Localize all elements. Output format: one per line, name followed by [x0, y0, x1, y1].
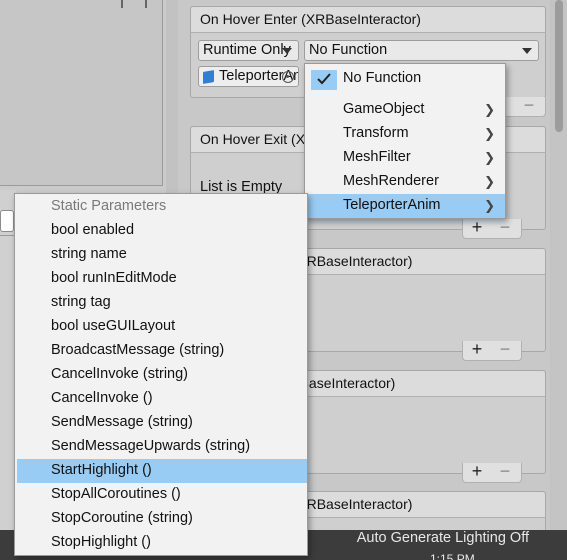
object-picker-icon[interactable] — [282, 71, 294, 83]
dropdown-arrow-icon — [522, 48, 532, 54]
menu-item-no-function[interactable]: No Function — [305, 67, 505, 91]
check-icon — [311, 70, 337, 90]
menu-item-label: MeshRenderer — [343, 173, 439, 189]
chevron-right-icon: ❯ — [484, 150, 495, 165]
menu-item[interactable]: bool enabled — [15, 219, 307, 243]
remove-button[interactable]: − — [491, 340, 519, 358]
lighting-status[interactable]: Auto Generate Lighting Off — [357, 530, 529, 547]
menu-item[interactable]: string name — [15, 243, 307, 267]
plus-minus-controls: +− — [462, 218, 522, 239]
chevron-right-icon: ❯ — [484, 126, 495, 141]
function-dropdown[interactable]: No Function — [304, 40, 539, 61]
menu-item-transform[interactable]: Transform ❯ — [305, 122, 505, 146]
chevron-right-icon: ❯ — [484, 174, 495, 189]
menu-item[interactable]: StopCoroutine (string) — [15, 507, 307, 531]
chevron-right-icon: ❯ — [484, 198, 495, 213]
menu-item-selected[interactable]: StartHighlight () — [17, 459, 307, 483]
chevron-right-icon: ❯ — [484, 102, 495, 117]
menu-item-label: Transform — [343, 125, 409, 141]
remove-button[interactable]: − — [491, 218, 519, 236]
dropdown-arrow-icon — [282, 48, 292, 54]
menu-item[interactable]: BroadcastMessage (string) — [15, 339, 307, 363]
plus-minus-controls: +− — [462, 340, 522, 361]
menu-item-label: MeshFilter — [343, 149, 411, 165]
cube-icon — [203, 70, 214, 84]
menu-item-teleporteranim[interactable]: TeleporterAnim ❯ — [305, 194, 505, 218]
menu-section-header: Static Parameters — [51, 198, 167, 214]
menu-item-label: GameObject — [343, 101, 425, 117]
menu-item[interactable]: CancelInvoke (string) — [15, 363, 307, 387]
panel-tab-divider — [121, 0, 123, 8]
add-button[interactable]: + — [463, 218, 491, 236]
menu-item[interactable]: StopAllCoroutines () — [15, 483, 307, 507]
remove-button[interactable]: − — [515, 96, 543, 114]
plus-minus-controls: +− — [462, 462, 522, 483]
menu-item[interactable]: StopHighlight () — [15, 531, 307, 555]
panel-tab-divider — [145, 0, 147, 8]
add-button[interactable]: + — [463, 462, 491, 480]
scrollbar-thumb[interactable] — [555, 0, 563, 132]
function-dropdown-label: No Function — [309, 42, 388, 58]
menu-item-meshfilter[interactable]: MeshFilter ❯ — [305, 146, 505, 170]
menu-item-label: TeleporterAnim — [343, 197, 441, 213]
event-title: On Hover Enter (XRBaseInteractor) — [191, 7, 545, 33]
left-panel-top — [0, 0, 163, 186]
remove-button[interactable]: − — [491, 462, 519, 480]
object-field[interactable]: TeleporterAnim — [198, 66, 299, 87]
add-button[interactable]: + — [463, 340, 491, 358]
menu-item-meshrenderer[interactable]: MeshRenderer ❯ — [305, 170, 505, 194]
menu-item[interactable]: bool runInEditMode — [15, 267, 307, 291]
runtime-dropdown[interactable]: Runtime Only — [198, 40, 299, 61]
menu-item-gameobject[interactable]: GameObject ❯ — [305, 98, 505, 122]
clock: 1:15 PM — [430, 552, 475, 560]
runtime-dropdown-label: Runtime Only — [203, 42, 291, 58]
menu-item[interactable]: string tag — [15, 291, 307, 315]
function-menu: No Function GameObject ❯ Transform ❯ Mes… — [304, 63, 506, 219]
menu-item[interactable]: CancelInvoke () — [15, 387, 307, 411]
parameter-menu: Static Parameters bool enabled string na… — [14, 193, 308, 556]
menu-item-label: No Function — [343, 70, 422, 86]
left-search-field[interactable] — [0, 210, 14, 232]
menu-item[interactable]: SendMessageUpwards (string) — [15, 435, 307, 459]
menu-item[interactable]: SendMessage (string) — [15, 411, 307, 435]
menu-item[interactable]: bool useGUILayout — [15, 315, 307, 339]
